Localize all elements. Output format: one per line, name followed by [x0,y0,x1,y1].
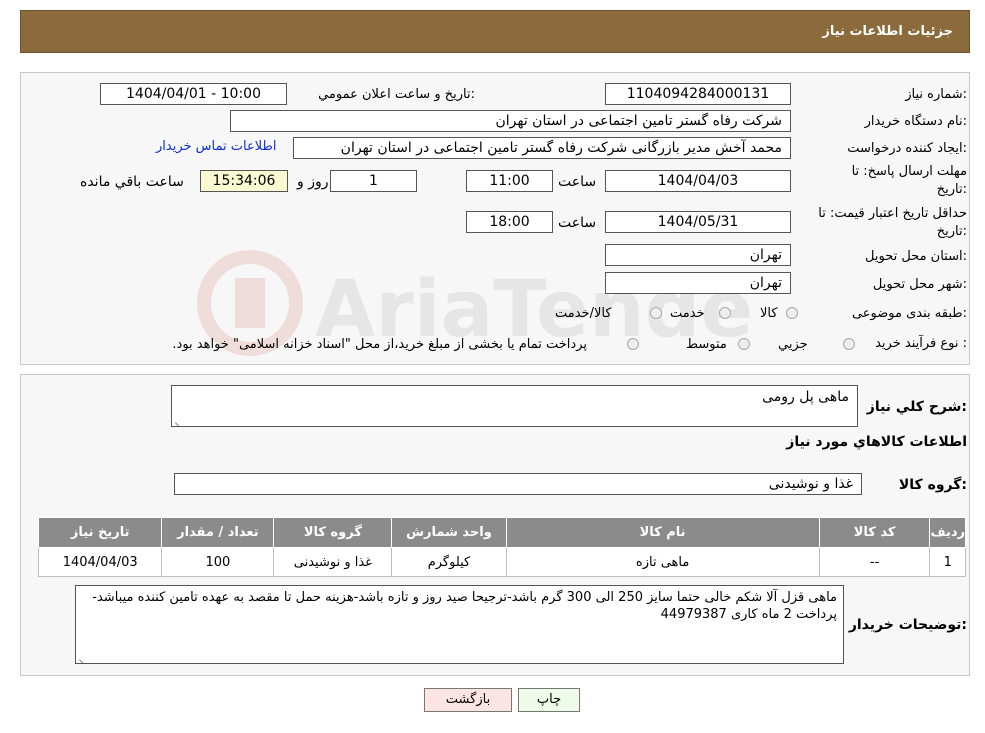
category-label: طبقه بندی موضوعی: [851,306,967,321]
city-label: شهر محل تحویل: [872,277,967,292]
buyer-contact-link[interactable]: اطلاعات تماس خریدار [156,139,276,154]
announce-field: 1404/04/01 - 10:00 [100,83,287,105]
buyer-notes-text: ماهی قزل آلا شکم خالی حتما سایز 250 الی … [92,590,837,622]
cell-group: غذا و نوشیدنی [273,547,393,577]
resize-grip-icon[interactable] [174,414,184,424]
days-remaining-field: 1 [330,170,417,192]
validity-date-field: 1404/05/31 [605,211,791,233]
print-button[interactable]: چاپ [518,688,580,712]
deadline-time-label: ساعت [558,174,597,190]
goods-group-label: گروه كالا: [898,477,967,493]
cell-date: 1404/04/03 [37,547,163,577]
buyer-notes-field[interactable]: ماهی قزل آلا شکم خالی حتما سایز 250 الی … [75,585,844,664]
process-radio-treasury[interactable] [627,338,639,350]
buyer-org-field: شرکت رفاه گستر تامین اجتماعی در استان ته… [230,110,791,132]
requester-label: ایجاد کننده درخواست: [847,141,967,156]
requester-field: محمد آخش مدیر بازرگانی شرکت رفاه گستر تا… [293,137,791,159]
days-label: روز و [297,174,329,190]
city-field: تهران [605,272,791,294]
buyer-org-label: نام دستگاه خریدار: [864,114,967,129]
col-name-header: نام كالا [505,517,820,548]
category-radio-goods-service[interactable] [650,307,662,319]
goods-group-field: غذا و نوشیدنی [174,473,862,495]
process-label: نوع فرآیند خرید : [875,336,967,351]
page-header: جزئیات اطلاعات نیاز [20,10,970,53]
validity-label-2: تاریخ: [936,224,967,239]
summary-field[interactable]: ماهی پل رومی [171,385,858,427]
process-radio-medium[interactable] [738,338,750,350]
cell-name: ماهی تازه [505,547,820,577]
goods-table: رديف كد كالا نام كالا واحد شمارش گروه كا… [37,517,966,577]
page-title: جزئیات اطلاعات نیاز [822,24,953,39]
category-option-goods-service: کالا/خدمت [555,306,612,321]
deadline-label-2: تاریخ: [936,182,967,197]
col-row-header: رديف [929,517,966,548]
deadline-date-field: 1404/04/03 [605,170,791,192]
cell-qty: 100 [161,547,275,577]
col-qty-header: تعداد / مقدار [161,517,275,548]
table-row: 1 -- ماهی تازه كيلوگرم غذا و نوشیدنی 100… [37,547,966,577]
goods-table-header: رديف كد كالا نام كالا واحد شمارش گروه كا… [37,517,966,548]
category-option-goods: کالا [760,306,778,321]
col-code-header: كد كالا [818,517,931,548]
category-option-service: خدمت [670,306,705,321]
back-button[interactable]: بازگشت [424,688,512,712]
need-number-field: 1104094284000131 [605,83,791,105]
process-option-minor: جزيي [778,337,808,352]
col-date-header: تاریخ نیاز [37,517,163,548]
process-option-medium: متوسط [686,337,727,352]
cell-code: -- [818,547,931,577]
announce-label: تاریخ و ساعت اعلان عمومي: [318,87,475,102]
remaining-label: ساعت باقي مانده [80,174,184,190]
goods-heading: اطلاعات كالاهاي مورد نياز [786,434,967,450]
cell-row: 1 [929,547,966,577]
process-note: پرداخت تمام یا بخشی از مبلغ خرید،از محل … [172,337,587,352]
summary-label: شرح كلي نياز: [866,399,967,415]
goods-table-wrap: رديف كد كالا نام كالا واحد شمارش گروه كا… [37,517,966,577]
province-label: استان محل تحویل: [865,249,967,264]
category-radio-service[interactable] [719,307,731,319]
col-unit-header: واحد شمارش [391,517,507,548]
cell-unit: كيلوگرم [391,547,507,577]
remaining-time-field: 15:34:06 [200,170,288,192]
process-radio-minor[interactable] [843,338,855,350]
validity-time-label: ساعت [558,215,597,231]
buyer-notes-label: توضیحات خریدار: [848,617,967,633]
col-group-header: گروه كالا [273,517,393,548]
province-field: تهران [605,244,791,266]
summary-text: ماهی پل رومی [762,389,849,405]
deadline-label: مهلت ارسال پاسخ: تا [851,164,967,179]
validity-time-field: 18:00 [466,211,553,233]
resize-grip-icon[interactable] [78,651,88,661]
validity-label: حداقل تاریخ اعتبار قیمت: تا [818,206,967,221]
need-number-label: شماره نیاز: [905,87,967,102]
deadline-time-field: 11:00 [466,170,553,192]
category-radio-goods[interactable] [786,307,798,319]
